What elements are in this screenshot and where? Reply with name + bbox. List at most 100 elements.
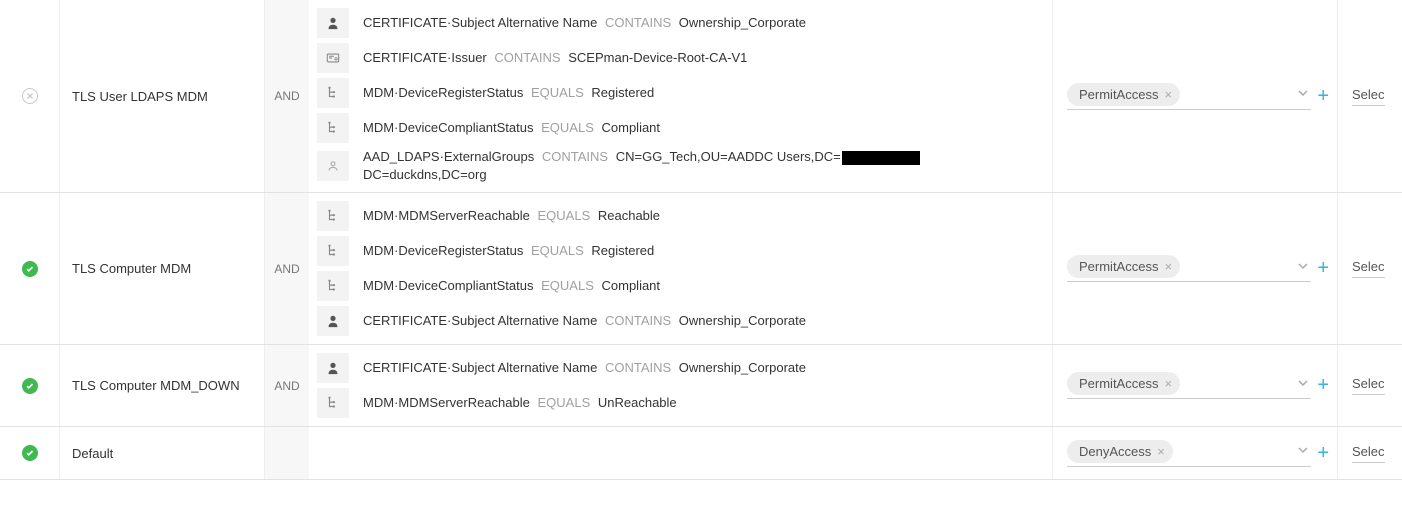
condition-row[interactable]: MDM·DeviceRegisterStatus EQUALS Register… [317, 76, 1044, 110]
result-select[interactable]: DenyAccess× [1067, 440, 1311, 467]
result-chip[interactable]: PermitAccess × [1067, 83, 1180, 106]
condition-attribute: MDM·MDMServerReachable [363, 395, 530, 410]
logic-label: AND [274, 89, 299, 103]
result-chip[interactable]: DenyAccess× [1067, 440, 1173, 463]
policy-table: TLS User LDAPS MDM AND CERTIFICATE·Subject… [0, 0, 1402, 480]
condition-attribute: CERTIFICATE·Issuer [363, 50, 487, 65]
condition-value: Ownership_Corporate [679, 313, 806, 328]
profile-select[interactable]: Selec [1352, 87, 1385, 106]
result-cell: PermitAccess× + [1052, 193, 1337, 344]
add-icon[interactable]: + [1317, 374, 1329, 397]
condition-attribute: CERTIFICATE·Subject Alternative Name [363, 15, 597, 30]
tree-icon [317, 271, 349, 301]
cert-icon [317, 43, 349, 73]
profile-select[interactable]: Selec [1352, 259, 1385, 278]
condition-value: Ownership_Corporate [679, 15, 806, 30]
profile-select-label: Selec [1352, 444, 1385, 459]
condition-row[interactable]: CERTIFICATE·Subject Alternative Name CON… [317, 6, 1044, 40]
result-chip[interactable]: PermitAccess × [1067, 372, 1180, 395]
condition-row[interactable]: MDM·DeviceRegisterStatus EQUALS Register… [317, 234, 1044, 268]
condition-row[interactable]: MDM·MDMServerReachable EQUALS Reachable [317, 199, 1044, 233]
condition-operator: CONTAINS [601, 15, 675, 30]
condition-row[interactable]: MDM·MDMServerReachable EQUALS UnReachabl… [317, 386, 1044, 420]
conditions-cell: MDM·MDMServerReachable EQUALS ReachableM… [309, 193, 1052, 344]
status-cell[interactable] [0, 0, 60, 192]
tree-icon [317, 78, 349, 108]
close-icon[interactable]: × [1164, 376, 1172, 391]
logic-label: AND [274, 262, 299, 276]
condition-value: Compliant [602, 120, 661, 135]
logic-cell [265, 427, 309, 479]
rule-name-label: TLS Computer MDM_DOWN [72, 378, 240, 393]
profile-select-label: Selec [1352, 87, 1385, 102]
condition-row[interactable]: CERTIFICATE·Subject Alternative Name CON… [317, 304, 1044, 338]
condition-text: MDM·DeviceRegisterStatus EQUALS Register… [363, 84, 1044, 102]
condition-operator: EQUALS [534, 395, 595, 410]
profile-cell: Selec [1337, 427, 1402, 479]
rule-name[interactable]: TLS Computer MDM [60, 193, 265, 344]
status-disabled-icon [22, 88, 38, 104]
add-icon[interactable]: + [1317, 85, 1329, 108]
result-cell: PermitAccess × + [1052, 0, 1337, 192]
status-cell[interactable] [0, 427, 60, 479]
rule-name[interactable]: TLS User LDAPS MDM [60, 0, 265, 192]
close-icon[interactable]: × [1164, 259, 1172, 274]
status-ok-icon [22, 261, 38, 277]
chevron-down-icon[interactable] [1295, 376, 1311, 392]
condition-text: MDM·DeviceCompliantStatus EQUALS Complia… [363, 119, 1044, 137]
user-icon [317, 306, 349, 336]
close-icon[interactable]: × [1157, 444, 1165, 459]
condition-row[interactable]: MDM·DeviceCompliantStatus EQUALS Complia… [317, 111, 1044, 145]
condition-value: Registered [591, 85, 654, 100]
chevron-down-icon[interactable] [1295, 86, 1311, 102]
condition-operator: EQUALS [527, 243, 588, 258]
condition-attribute: MDM·DeviceRegisterStatus [363, 243, 523, 258]
rule-name[interactable]: Default [60, 427, 265, 479]
condition-text: MDM·MDMServerReachable EQUALS UnReachabl… [363, 394, 1044, 412]
result-chip[interactable]: PermitAccess× [1067, 255, 1180, 278]
tree-icon [317, 236, 349, 266]
rule-name-label: TLS User LDAPS MDM [72, 89, 208, 104]
logic-cell: AND [265, 345, 309, 426]
result-select[interactable]: PermitAccess× [1067, 255, 1311, 282]
condition-row[interactable]: CERTIFICATE·Issuer CONTAINS SCEPman-Devi… [317, 41, 1044, 75]
policy-row: TLS Computer MDM_DOWN AND CERTIFICATE·Subj… [0, 345, 1402, 427]
result-chip-label: PermitAccess [1079, 87, 1158, 102]
add-icon[interactable]: + [1317, 257, 1329, 280]
result-select[interactable]: PermitAccess × [1067, 372, 1311, 399]
status-cell[interactable] [0, 193, 60, 344]
condition-operator: EQUALS [527, 85, 588, 100]
result-chip-label: PermitAccess [1079, 376, 1158, 391]
condition-row[interactable]: MDM·DeviceCompliantStatus EQUALS Complia… [317, 269, 1044, 303]
user-icon [317, 353, 349, 383]
condition-value: SCEPman-Device-Root-CA-V1 [568, 50, 747, 65]
policy-row: TLS Computer MDM AND MDM·MDMServerReachabl… [0, 193, 1402, 345]
chevron-down-icon[interactable] [1295, 259, 1311, 275]
logic-cell: AND [265, 0, 309, 192]
condition-attribute: MDM·DeviceRegisterStatus [363, 85, 523, 100]
rule-name[interactable]: TLS Computer MDM_DOWN [60, 345, 265, 426]
condition-row[interactable]: AAD_LDAPS·ExternalGroups CONTAINS CN=GG_… [317, 146, 1044, 186]
condition-attribute: CERTIFICATE·Subject Alternative Name [363, 360, 597, 375]
add-icon[interactable]: + [1317, 442, 1329, 465]
condition-value: UnReachable [598, 395, 677, 410]
status-ok-icon [22, 445, 38, 461]
condition-attribute: CERTIFICATE·Subject Alternative Name [363, 313, 597, 328]
redacted-block [842, 151, 920, 165]
status-cell[interactable] [0, 345, 60, 426]
status-ok-icon [22, 378, 38, 394]
condition-operator: CONTAINS [601, 313, 675, 328]
condition-attribute: AAD_LDAPS·ExternalGroups [363, 149, 534, 164]
condition-operator: EQUALS [534, 208, 595, 223]
condition-operator: EQUALS [537, 120, 598, 135]
condition-text: CERTIFICATE·Subject Alternative Name CON… [363, 14, 1044, 32]
condition-attribute: MDM·DeviceCompliantStatus [363, 120, 534, 135]
condition-value: Compliant [602, 278, 661, 293]
logic-label: AND [274, 379, 299, 393]
result-select[interactable]: PermitAccess × [1067, 83, 1311, 110]
profile-select[interactable]: Selec [1352, 444, 1385, 463]
condition-row[interactable]: CERTIFICATE·Subject Alternative Name CON… [317, 351, 1044, 385]
profile-select[interactable]: Selec [1352, 376, 1385, 395]
close-icon[interactable]: × [1164, 87, 1172, 102]
chevron-down-icon[interactable] [1295, 443, 1311, 459]
